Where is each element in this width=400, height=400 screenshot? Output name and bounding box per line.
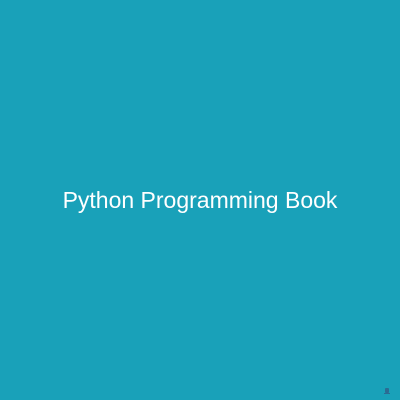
placeholder-title: Python Programming Book	[62, 186, 338, 213]
placeholder-canvas: Python Programming Book	[0, 0, 400, 400]
watermark-icon	[384, 388, 390, 394]
